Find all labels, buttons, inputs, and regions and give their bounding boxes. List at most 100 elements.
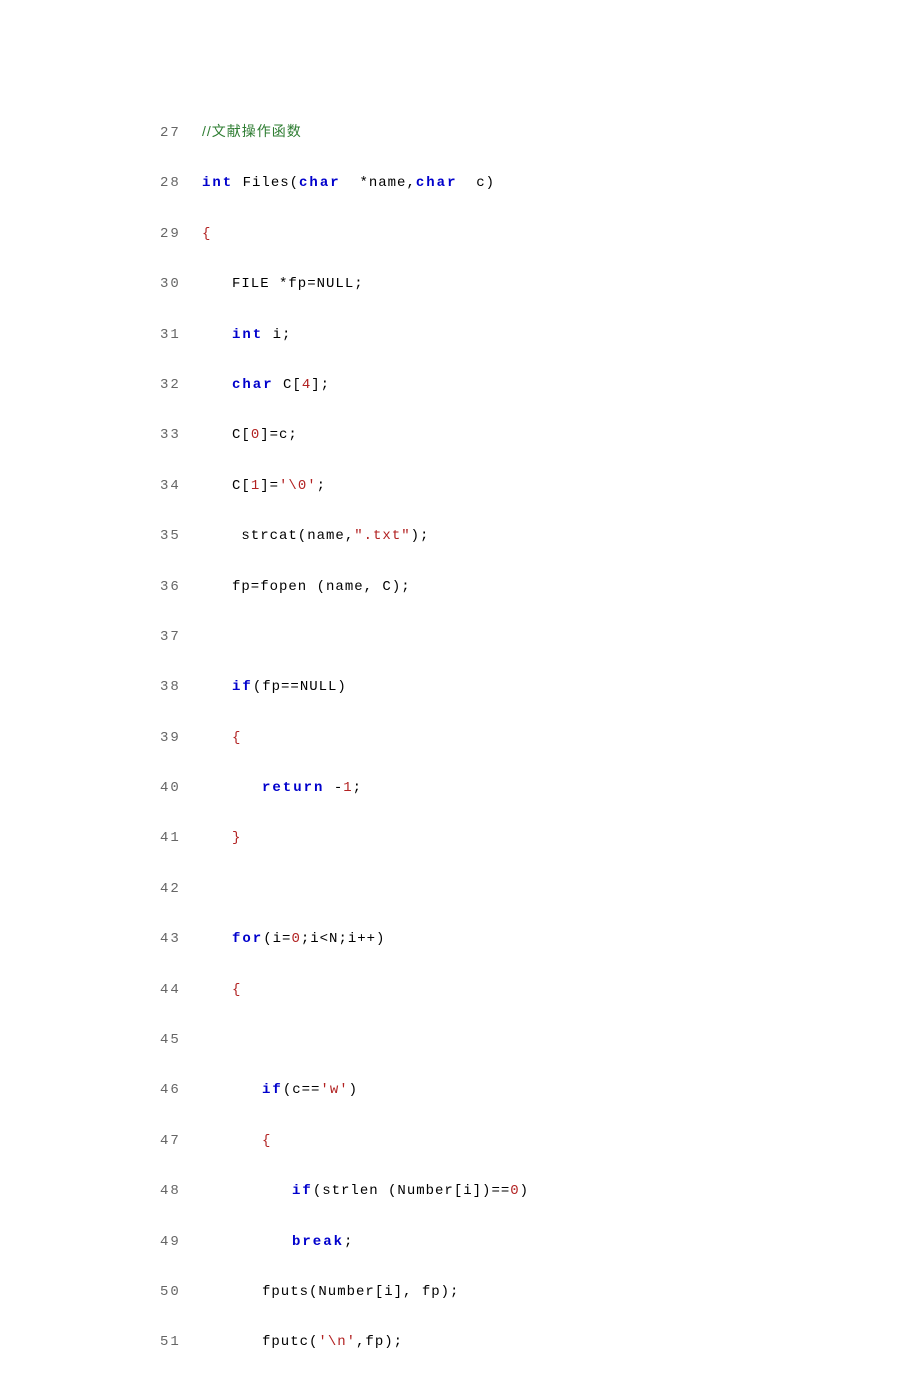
line-number: 48 bbox=[160, 1180, 194, 1202]
line-number: 34 bbox=[160, 475, 194, 497]
code-line: 47 { bbox=[160, 1130, 920, 1152]
token-charlit: '\0' bbox=[279, 478, 317, 494]
token-ident: (c== bbox=[283, 1082, 321, 1098]
token-num: 0 bbox=[251, 427, 260, 443]
line-number: 43 bbox=[160, 928, 194, 950]
token-keyword: return bbox=[262, 780, 324, 796]
token-brace: { bbox=[232, 730, 241, 746]
token-ident: (strlen (Number[i])== bbox=[313, 1183, 510, 1199]
line-number: 33 bbox=[160, 424, 194, 446]
code-line: 50fputs(Number[i], fp); bbox=[160, 1281, 920, 1303]
line-content: if(fp==NULL) bbox=[202, 676, 347, 698]
token-comment: //文献操作函数 bbox=[202, 123, 302, 139]
line-content: C[0]=c; bbox=[202, 424, 298, 446]
line-content: int i; bbox=[202, 324, 291, 346]
code-line: 33 C[0]=c; bbox=[160, 424, 920, 446]
line-number: 40 bbox=[160, 777, 194, 799]
token-keyword: if bbox=[232, 679, 253, 695]
line-number: 44 bbox=[160, 979, 194, 1001]
line-number: 30 bbox=[160, 273, 194, 295]
code-line: 32 char C[4]; bbox=[160, 374, 920, 396]
line-number: 28 bbox=[160, 172, 194, 194]
code-line: 51fputc('\n',fp); bbox=[160, 1331, 920, 1353]
token-keyword: char bbox=[232, 377, 274, 393]
line-content: for(i=0;i<N;i++) bbox=[202, 928, 385, 950]
code-line: 40 return -1; bbox=[160, 777, 920, 799]
code-line: 46if(c=='w') bbox=[160, 1079, 920, 1101]
token-ident: Files( bbox=[233, 175, 299, 191]
token-ident: ]= bbox=[260, 478, 279, 494]
code-line: 42 bbox=[160, 878, 920, 900]
line-content: { bbox=[202, 226, 211, 242]
token-brace: } bbox=[232, 830, 241, 846]
token-ident: (i= bbox=[263, 931, 291, 947]
code-line: 37 bbox=[160, 626, 920, 648]
code-line: 43 for(i=0;i<N;i++) bbox=[160, 928, 920, 950]
code-line: 49break; bbox=[160, 1231, 920, 1253]
line-content: } bbox=[202, 827, 241, 849]
line-number: 38 bbox=[160, 676, 194, 698]
token-charlit: 'w' bbox=[320, 1082, 348, 1098]
line-number: 47 bbox=[160, 1130, 194, 1152]
line-number: 29 bbox=[160, 223, 194, 245]
token-keyword: for bbox=[232, 931, 263, 947]
token-ident: C[ bbox=[274, 377, 302, 393]
line-content: char C[4]; bbox=[202, 374, 330, 396]
line-content: if(strlen (Number[i])==0) bbox=[202, 1180, 529, 1202]
token-ident: c) bbox=[457, 175, 495, 191]
code-line: 28 int Files(char *name,char c) bbox=[160, 172, 920, 194]
token-ident: ]=c; bbox=[260, 427, 298, 443]
token-keyword: break bbox=[292, 1234, 344, 1250]
line-content: { bbox=[202, 727, 241, 749]
code-line: 34 C[1]='\0'; bbox=[160, 475, 920, 497]
token-keyword: int bbox=[232, 327, 263, 343]
token-ident: *name, bbox=[341, 175, 416, 191]
line-content: //文献操作函数 bbox=[202, 125, 302, 141]
line-content: { bbox=[202, 1130, 271, 1152]
code-line: 44 { bbox=[160, 979, 920, 1001]
code-line: 39{ bbox=[160, 727, 920, 749]
code-line: 36 fp=fopen (name, C); bbox=[160, 576, 920, 598]
line-content: FILE *fp=NULL; bbox=[202, 273, 364, 295]
token-ident: ;i<N;i++) bbox=[301, 931, 386, 947]
line-content: if(c=='w') bbox=[202, 1079, 358, 1101]
code-line: 35 strcat(name,".txt"); bbox=[160, 525, 920, 547]
token-ident: C[ bbox=[232, 478, 251, 494]
token-num: 0 bbox=[510, 1183, 519, 1199]
code-line: 41} bbox=[160, 827, 920, 849]
token-brace: { bbox=[202, 226, 211, 242]
token-keyword: char bbox=[299, 175, 341, 191]
token-ident: i; bbox=[263, 327, 291, 343]
line-number: 41 bbox=[160, 827, 194, 849]
token-ident: ; bbox=[317, 478, 326, 494]
line-number: 32 bbox=[160, 374, 194, 396]
line-content: fp=fopen (name, C); bbox=[202, 576, 411, 598]
code-line: 38 if(fp==NULL) bbox=[160, 676, 920, 698]
token-ident: C[ bbox=[232, 427, 251, 443]
code-line: 27 //文献操作函数 bbox=[160, 120, 920, 144]
line-content: int Files(char *name,char c) bbox=[202, 175, 495, 191]
token-ident: (fp==NULL) bbox=[253, 679, 347, 695]
code-line: 45 bbox=[160, 1029, 920, 1051]
line-number: 31 bbox=[160, 324, 194, 346]
line-number: 27 bbox=[160, 122, 194, 144]
token-ident: ) bbox=[349, 1082, 358, 1098]
token-keyword: if bbox=[292, 1183, 313, 1199]
code-page: 27//文献操作函数28int Files(char *name,char c)… bbox=[0, 0, 920, 1354]
line-number: 37 bbox=[160, 626, 194, 648]
token-brace: { bbox=[262, 1133, 271, 1149]
token-ident: ; bbox=[344, 1234, 353, 1250]
code-line: 30 FILE *fp=NULL; bbox=[160, 273, 920, 295]
token-keyword: char bbox=[416, 175, 458, 191]
line-content: return -1; bbox=[202, 777, 362, 799]
token-ident: fputs(Number[i], fp); bbox=[262, 1284, 459, 1300]
line-content: strcat(name,".txt"); bbox=[202, 525, 429, 547]
line-number: 36 bbox=[160, 576, 194, 598]
token-brace: { bbox=[232, 982, 241, 998]
token-keyword: if bbox=[262, 1082, 283, 1098]
token-num: 1 bbox=[251, 478, 260, 494]
token-ident: ) bbox=[520, 1183, 529, 1199]
token-ident: ); bbox=[411, 528, 430, 544]
line-content: { bbox=[202, 979, 241, 1001]
token-ident: strcat(name, bbox=[232, 528, 354, 544]
